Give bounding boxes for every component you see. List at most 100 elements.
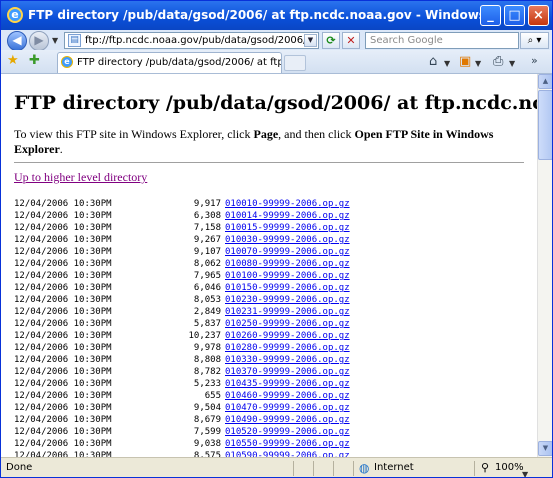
status-separator [313,461,314,476]
file-link[interactable]: 010100-99999-2006.op.gz [225,271,350,281]
file-row: 12/04/2006 10:30PM 9,107 010070-99999-2006… [14,246,524,258]
search-input[interactable]: Search Google [365,32,519,49]
page-icon: ▤ [68,34,81,47]
file-date: 12/04/2006 10:30PM [14,415,112,425]
file-link[interactable]: 010070-99999-2006.op.gz [225,247,350,257]
file-link[interactable]: 010250-99999-2006.op.gz [225,319,350,329]
forward-button[interactable]: ▶ [29,31,49,51]
file-link[interactable]: 010260-99999-2006.op.gz [225,331,350,341]
scroll-down-arrow-icon[interactable]: ▼ [538,441,552,456]
more-tools-icon[interactable]: » [531,54,538,67]
file-date: 12/04/2006 10:30PM [14,355,112,365]
file-link[interactable]: 010490-99999-2006.op.gz [225,415,350,425]
file-row: 12/04/2006 10:30PM 8,679 010490-99999-2006… [14,414,524,426]
file-row: 12/04/2006 10:30PM 6,308 010014-99999-2006… [14,210,524,222]
address-url: ftp://ftp.ncdc.noaa.gov/pub/data/gsod/20… [85,35,307,46]
file-size: 8,808 [193,355,221,365]
file-row: 12/04/2006 10:30PM 8,053 010230-99999-2006… [14,294,524,306]
zoom-magnifier-icon[interactable]: ⚲ [481,458,489,477]
add-favorites-icon[interactable]: ✚ [29,53,40,68]
file-link[interactable]: 010550-99999-2006.op.gz [225,439,350,449]
file-size: 5,233 [193,379,221,389]
stop-button[interactable]: ✕ [342,32,360,49]
file-link[interactable]: 010150-99999-2006.op.gz [225,283,350,293]
close-button[interactable]: × [528,5,549,26]
file-row: 12/04/2006 10:30PM 10,237 010260-99999-200… [14,330,524,342]
home-dropdown-icon[interactable]: ▼ [444,59,450,68]
file-link[interactable]: 010330-99999-2006.op.gz [225,355,350,365]
file-row: 12/04/2006 10:30PM 6,046 010150-99999-2006… [14,282,524,294]
info-text-3: . [59,142,63,156]
file-link[interactable]: 010231-99999-2006.op.gz [225,307,350,317]
file-link[interactable]: 010280-99999-2006.op.gz [225,343,350,353]
file-row: 12/04/2006 10:30PM 7,158 010015-99999-2006… [14,222,524,234]
file-link[interactable]: 010370-99999-2006.op.gz [225,367,350,377]
maximize-button[interactable]: □ [504,5,525,26]
back-button[interactable]: ◀ [7,31,27,51]
file-date: 12/04/2006 10:30PM [14,451,112,457]
file-date: 12/04/2006 10:30PM [14,367,112,377]
parent-directory-link[interactable]: Up to higher level directory [14,170,524,185]
favorites-star-icon[interactable]: ★ [7,53,19,68]
new-tab-button[interactable] [284,55,306,71]
file-size: 7,158 [193,223,221,233]
file-listing: 12/04/2006 10:30PM 9,917 010010-99999-2006… [14,198,524,457]
zoom-level[interactable]: 100% [495,458,524,477]
refresh-button[interactable]: ⟳ [322,32,340,49]
address-input[interactable]: ▤ ftp://ftp.ncdc.noaa.gov/pub/data/gsod/… [64,32,319,49]
file-link[interactable]: 010470-99999-2006.op.gz [225,403,350,413]
globe-icon: ◍ [359,461,370,475]
title-bar[interactable]: e FTP directory /pub/data/gsod/2006/ at … [1,1,552,30]
file-link[interactable]: 010520-99999-2006.op.gz [225,427,350,437]
browser-window: e FTP directory /pub/data/gsod/2006/ at … [0,0,553,478]
file-link[interactable]: 010080-99999-2006.op.gz [225,259,350,269]
search-button[interactable]: ⌕ ▾ [520,32,549,49]
print-icon[interactable]: ⎙ [493,54,503,69]
file-date: 12/04/2006 10:30PM [14,295,112,305]
file-size: 9,107 [193,247,221,257]
internet-explorer-icon: e [7,7,23,23]
file-size: 8,782 [193,367,221,377]
zoom-dropdown-icon[interactable]: ▼ [522,465,528,477]
tab-label: FTP directory /pub/data/gsod/2006/ at ft… [77,57,281,68]
print-dropdown-icon[interactable]: ▼ [509,59,515,68]
info-text-1: To view this FTP site in Windows Explore… [14,127,254,141]
divider [14,162,524,163]
address-toolbar: ◀ ▶ ▼ ▤ ftp://ftp.ncdc.noaa.gov/pub/data… [1,30,552,51]
scroll-up-arrow-icon[interactable]: ▲ [538,74,552,89]
file-date: 12/04/2006 10:30PM [14,379,112,389]
feeds-dropdown-icon[interactable]: ▼ [475,59,481,68]
file-row: 12/04/2006 10:30PM 7,599 010520-99999-2006… [14,426,524,438]
file-link[interactable]: 010435-99999-2006.op.gz [225,379,350,389]
tab-ftp-directory[interactable]: e FTP directory /pub/data/gsod/2006/ at … [57,52,282,73]
home-icon[interactable]: ⌂ [429,54,437,69]
file-row: 12/04/2006 10:30PM 5,233 010435-99999-2006… [14,378,524,390]
file-row: 12/04/2006 10:30PM 9,504 010470-99999-2006… [14,402,524,414]
address-dropdown-icon[interactable]: ▼ [304,34,317,47]
file-size: 9,978 [193,343,221,353]
file-size: 5,837 [193,319,221,329]
tab-ie-icon: e [61,56,73,68]
page-content: FTP directory /pub/data/gsod/2006/ at ft… [1,74,537,457]
file-size: 8,062 [193,259,221,269]
file-size: 6,308 [193,211,221,221]
zone-label: Internet [374,462,414,473]
recent-pages-dropdown-icon[interactable]: ▼ [52,36,58,45]
minimize-button[interactable]: _ [480,5,501,26]
file-size: 9,917 [193,199,221,209]
file-link[interactable]: 010010-99999-2006.op.gz [225,199,350,209]
file-link[interactable]: 010014-99999-2006.op.gz [225,211,350,221]
file-date: 12/04/2006 10:30PM [14,427,112,437]
file-link[interactable]: 010030-99999-2006.op.gz [225,235,350,245]
scroll-thumb[interactable] [538,90,552,160]
file-link[interactable]: 010015-99999-2006.op.gz [225,223,350,233]
vertical-scrollbar[interactable]: ▲ ▼ [537,74,552,457]
file-date: 12/04/2006 10:30PM [14,199,112,209]
file-row: 12/04/2006 10:30PM 9,267 010030-99999-2006… [14,234,524,246]
file-link[interactable]: 010230-99999-2006.op.gz [225,295,350,305]
file-row: 12/04/2006 10:30PM 9,038 010550-99999-2006… [14,438,524,450]
feeds-icon[interactable]: ▣ [459,54,471,69]
file-link[interactable]: 010460-99999-2006.op.gz [225,391,350,401]
status-text: Done [6,462,33,473]
file-size: 2,849 [193,307,221,317]
